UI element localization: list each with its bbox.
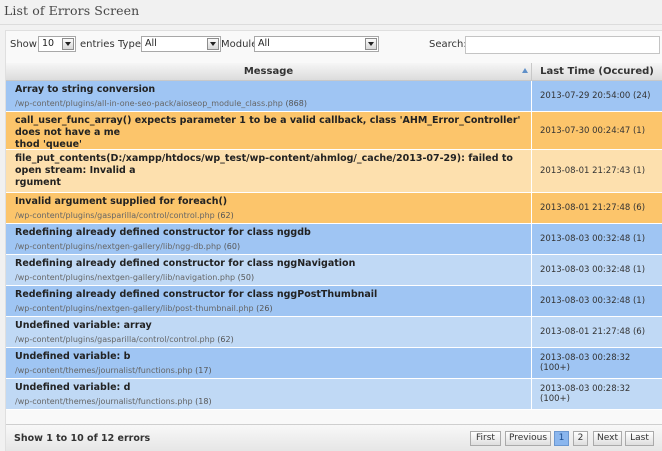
line-number: (60) [223, 242, 241, 251]
line-number: (50) [237, 273, 255, 282]
table-row[interactable]: Redefining already defined constructor f… [6, 286, 662, 317]
line-number: (18) [195, 397, 212, 406]
page-2-button[interactable]: 2 [573, 431, 588, 446]
chevron-down-icon [62, 38, 74, 50]
message-cell: Array to string conversion/wp-content/pl… [6, 81, 532, 111]
file-path-text: /wp-content/themes/journalist/functions.… [15, 366, 193, 375]
type-select-value: All [145, 38, 157, 49]
file-path-text: /wp-content/plugins/gasparilla/control/c… [15, 211, 215, 220]
sort-ascending-icon [522, 68, 528, 73]
table-row[interactable]: Array to string conversion/wp-content/pl… [6, 81, 662, 112]
error-message: Redefining already defined constructor f… [15, 289, 378, 300]
last-time-cell: 2013-08-03 00:32:48 (1) [540, 296, 646, 306]
errors-table-body: Array to string conversion/wp-content/pl… [6, 81, 662, 410]
show-label: Show [10, 39, 37, 50]
pagination-info: Show 1 to 10 of 12 errors [14, 433, 151, 444]
table-row[interactable]: Undefined variable: d/wp-content/themes/… [6, 379, 662, 410]
error-file-path: /wp-content/plugins/nextgen-gallery/lib/… [15, 272, 525, 283]
message-cell: call_user_func_array() expects parameter… [6, 112, 532, 163]
error-message: file_put_contents(D:/xampp/htdocs/wp_tes… [15, 153, 513, 176]
column-header-time[interactable]: Last Time (Occured) [532, 63, 662, 80]
module-label: Module [221, 39, 258, 50]
line-number: (62) [217, 211, 234, 220]
message-cell: Redefining already defined constructor f… [6, 255, 532, 285]
error-message: call_user_func_array() expects parameter… [15, 115, 521, 138]
error-message-continued: rgument [15, 177, 61, 188]
table-row[interactable]: Redefining already defined constructor f… [6, 224, 662, 255]
table-header: Message Last Time (Occured) [6, 63, 662, 81]
message-cell: Undefined variable: d/wp-content/themes/… [6, 379, 532, 409]
module-select[interactable]: All [254, 36, 379, 52]
entries-select-value: 10 [42, 38, 55, 49]
search-input[interactable] [465, 36, 660, 54]
file-path-text: /wp-content/plugins/gasparilla/control/c… [15, 335, 215, 344]
line-number: (26) [256, 304, 273, 313]
error-file-path: /wp-content/plugins/nextgen-gallery/lib/… [15, 303, 525, 314]
chevron-down-icon [207, 38, 219, 50]
error-file-path: /wp-content/themes/journalist/functions.… [15, 396, 525, 407]
error-message: Undefined variable: d [15, 382, 131, 393]
error-message: Undefined variable: b [15, 351, 131, 362]
table-footer: Show 1 to 10 of 12 errors First Previous… [6, 424, 662, 451]
table-row[interactable]: Undefined variable: b/wp-content/themes/… [6, 348, 662, 379]
error-message: Redefining already defined constructor f… [15, 227, 311, 238]
last-time-cell: 2013-08-03 00:28:32 (100+) [540, 384, 631, 404]
page-title: List of Errors Screen [4, 3, 140, 18]
error-file-path: /wp-content/plugins/all-in-one-seo-pack/… [15, 98, 525, 109]
last-time-cell: 2013-08-01 21:27:48 (6) [540, 327, 646, 337]
file-path-text: /wp-content/themes/journalist/functions.… [15, 397, 193, 406]
search-label: Search: [429, 39, 467, 50]
error-file-path: /wp-content/plugins/gasparilla/control/c… [15, 334, 525, 345]
error-message: Array to string conversion [15, 84, 156, 95]
last-time-cell: 2013-08-03 00:32:48 (1) [540, 265, 646, 275]
last-time-cell: 2013-07-29 20:54:00 (24) [540, 91, 651, 101]
message-cell: Invalid argument supplied for foreach() /… [6, 193, 532, 223]
last-time-cell: 2013-08-03 00:32:48 (1) [540, 234, 646, 244]
last-time-cell: 2013-08-01 21:27:48 (6) [540, 203, 646, 213]
previous-page-button[interactable]: Previous [505, 431, 551, 446]
page-1-button[interactable]: 1 [554, 431, 569, 446]
last-page-button[interactable]: Last [625, 431, 654, 446]
last-time-cell: 2013-08-01 21:27:43 (1) [540, 166, 646, 176]
filter-bar: Show 10 entries Type All Module All Sear… [10, 36, 662, 54]
error-file-path: /wp-content/themes/journalist/functions.… [15, 365, 525, 376]
table-row[interactable]: Invalid argument supplied for foreach() /… [6, 193, 662, 224]
message-cell: file_put_contents(D:/xampp/htdocs/wp_tes… [6, 150, 532, 201]
first-page-button[interactable]: First [470, 431, 501, 446]
line-number: (868) [285, 99, 307, 108]
title-divider [0, 24, 662, 25]
error-message: Invalid argument supplied for foreach() [15, 196, 228, 207]
message-cell: Undefined variable: array/wp-content/plu… [6, 317, 532, 347]
table-row[interactable]: Undefined variable: array/wp-content/plu… [6, 317, 662, 348]
line-number: (62) [217, 335, 234, 344]
table-row[interactable]: call_user_func_array() expects parameter… [6, 112, 662, 163]
table-row[interactable]: Redefining already defined constructor f… [6, 255, 662, 286]
file-path-text: /wp-content/plugins/nextgen-gallery/lib/… [15, 242, 222, 251]
error-message: Undefined variable: array [15, 320, 152, 331]
type-select[interactable]: All [141, 36, 221, 52]
module-select-value: All [258, 38, 270, 49]
message-cell: Undefined variable: b/wp-content/themes/… [6, 348, 532, 378]
next-page-button[interactable]: Next [593, 431, 622, 446]
file-path-text: /wp-content/plugins/all-in-one-seo-pack/… [15, 99, 283, 108]
message-cell: Redefining already defined constructor f… [6, 286, 532, 316]
entries-select[interactable]: 10 [38, 36, 76, 52]
chevron-down-icon [365, 38, 377, 50]
file-path-text: /wp-content/plugins/nextgen-gallery/lib/… [15, 304, 254, 313]
last-time-cell: 2013-07-30 00:24:47 (1) [540, 125, 646, 136]
message-cell: Redefining already defined constructor f… [6, 224, 532, 254]
file-path-text: /wp-content/plugins/nextgen-gallery/lib/… [15, 273, 236, 282]
error-file-path: /wp-content/plugins/gasparilla/control/c… [15, 210, 525, 221]
error-file-path: /wp-content/plugins/nextgen-gallery/lib/… [15, 241, 525, 252]
last-time-cell: 2013-08-03 00:28:32 (100+) [540, 353, 631, 373]
entries-label: entries [80, 39, 115, 50]
error-message: Redefining already defined constructor f… [15, 258, 356, 269]
line-number: (17) [195, 366, 212, 375]
table-row[interactable]: file_put_contents(D:/xampp/htdocs/wp_tes… [6, 150, 662, 201]
column-header-message[interactable]: Message [6, 63, 532, 80]
type-label: Type [118, 39, 141, 50]
